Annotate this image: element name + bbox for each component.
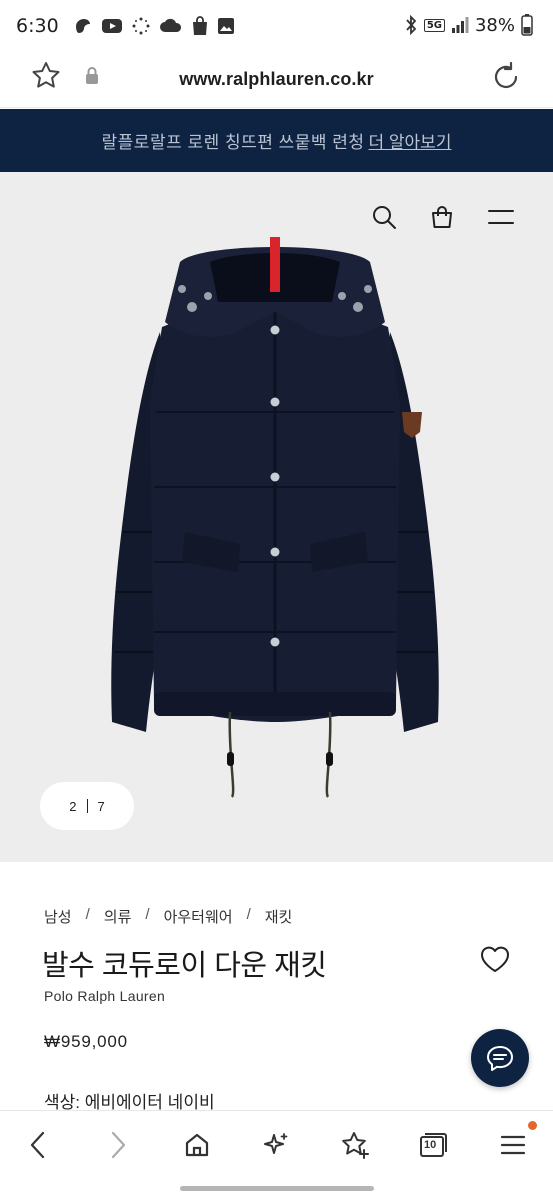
sparkle-dots-icon: [132, 17, 150, 35]
breadcrumb-separator: /: [145, 906, 150, 923]
menu-icon: [500, 1135, 526, 1155]
site-header-icons: [371, 204, 515, 230]
promo-banner: 랄플로랄프 로렌 칭뜨편 쓰뭍백 련청 더 알아보기: [0, 109, 553, 172]
back-button[interactable]: [18, 1125, 58, 1165]
status-system-icons: 5G 38%: [404, 14, 533, 36]
home-indicator: [180, 1186, 374, 1191]
status-bar: 6:30 5G 38%: [0, 0, 553, 52]
browser-menu-button[interactable]: [493, 1121, 537, 1165]
ai-assistant-button[interactable]: [256, 1125, 296, 1165]
battery-icon: [521, 14, 533, 36]
shopping-bag-icon[interactable]: [429, 204, 455, 230]
search-icon[interactable]: [371, 204, 397, 230]
home-icon: [185, 1133, 209, 1157]
leaf-app-icon: [75, 19, 90, 33]
network-type: 5G: [423, 18, 445, 32]
star-plus-icon: [342, 1132, 369, 1159]
shopping-bag-icon: [192, 16, 207, 35]
bluetooth-icon: [406, 15, 417, 35]
reload-icon[interactable]: [489, 60, 523, 94]
product-image-gallery[interactable]: 2 7: [0, 172, 553, 862]
forward-button[interactable]: [98, 1125, 138, 1165]
gallery-current-index: 2: [69, 798, 77, 814]
wishlist-heart-icon[interactable]: [479, 944, 511, 974]
sparkles-icon: [264, 1133, 288, 1154]
product-brand[interactable]: Polo Ralph Lauren: [44, 988, 165, 1004]
product-image: [111, 237, 439, 798]
tabs-button[interactable]: 10: [413, 1125, 453, 1165]
url-text[interactable]: www.ralphlauren.co.kr: [0, 69, 553, 90]
tabs-count: 10: [424, 1139, 437, 1151]
youtube-icon: [101, 19, 122, 33]
gallery-pager[interactable]: 2 7: [40, 782, 134, 830]
signal-icon: [451, 17, 469, 33]
chat-button[interactable]: [471, 1029, 529, 1087]
status-notification-icons: [73, 16, 235, 36]
product-title: 발수 코듀로이 다운 재킷: [42, 950, 327, 982]
home-button[interactable]: [177, 1125, 217, 1165]
breadcrumb-item[interactable]: 아우터웨어: [164, 906, 233, 927]
browser-url-bar: www.ralphlauren.co.kr: [0, 52, 553, 108]
breadcrumb: 남성 / 의류 / 아우터웨어 / 재킷: [44, 906, 292, 927]
chevron-left-icon: [30, 1131, 45, 1159]
menu-icon[interactable]: [487, 206, 515, 228]
breadcrumb-item[interactable]: 남성: [44, 906, 72, 927]
chat-bubble-icon: [487, 1046, 513, 1071]
breadcrumb-item[interactable]: 의류: [104, 906, 132, 927]
breadcrumb-item[interactable]: 재킷: [265, 906, 293, 927]
bookmarks-button[interactable]: [335, 1125, 375, 1165]
battery-percent: 38%: [474, 14, 515, 36]
product-price: ₩959,000: [44, 1032, 128, 1051]
cloud-icon: [159, 18, 181, 32]
gallery-icon: [217, 18, 234, 34]
promo-text: 랄플로랄프 로렌 칭뜨편 쓰뭍백 련청: [101, 133, 365, 152]
breadcrumb-separator: /: [85, 906, 90, 923]
chevron-right-icon: [111, 1131, 126, 1159]
promo-learn-more-link[interactable]: 더 알아보기: [369, 128, 452, 153]
notification-dot: [528, 1121, 537, 1130]
pager-divider: [86, 799, 88, 813]
breadcrumb-separator: /: [246, 906, 251, 923]
status-time: 6:30: [16, 15, 59, 37]
gallery-total-count: 7: [97, 798, 105, 814]
